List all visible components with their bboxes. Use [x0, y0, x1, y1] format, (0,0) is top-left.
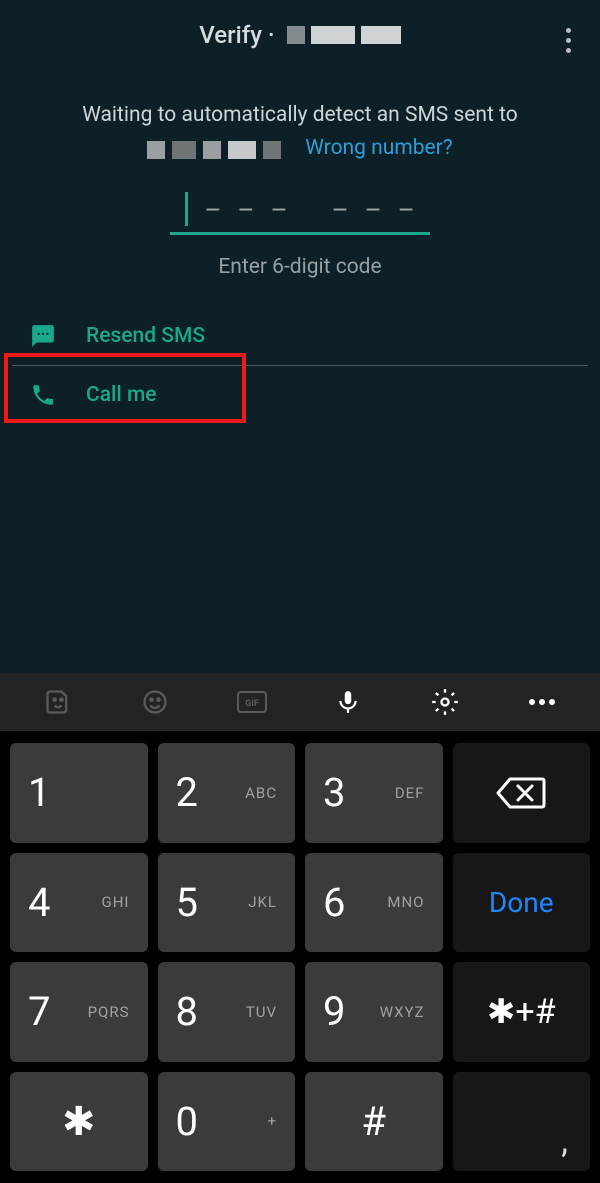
key-4[interactable]: 4GHI: [10, 853, 148, 953]
numeric-keyboard: GIF 1 2ABC 3DEF 4GHI 5JKL 6MNO Done 7PQR: [0, 673, 600, 1183]
phone-icon: [30, 382, 56, 408]
redacted-number-header: [287, 26, 401, 44]
gif-icon[interactable]: GIF: [235, 685, 269, 719]
key-2[interactable]: 2ABC: [158, 743, 296, 843]
code-input[interactable]: ––– –––: [170, 190, 430, 235]
key-backspace[interactable]: [453, 743, 591, 843]
emoji-icon[interactable]: [138, 685, 172, 719]
key-0[interactable]: 0+: [158, 1072, 296, 1172]
key-hash[interactable]: #: [305, 1072, 443, 1172]
sms-icon: [30, 323, 56, 349]
redacted-number-body: [147, 141, 281, 159]
overflow-menu-icon[interactable]: [556, 25, 580, 55]
sticker-icon[interactable]: [41, 685, 75, 719]
title-text: Verify ·: [199, 21, 274, 49]
settings-icon[interactable]: [428, 685, 462, 719]
waiting-text: Waiting to automatically detect an SMS s…: [30, 100, 570, 130]
more-icon[interactable]: [525, 685, 559, 719]
svg-text:GIF: GIF: [245, 699, 259, 709]
code-hint: Enter 6-digit code: [0, 255, 600, 279]
key-3[interactable]: 3DEF: [305, 743, 443, 843]
key-1[interactable]: 1: [10, 743, 148, 843]
resend-label: Resend SMS: [86, 324, 205, 348]
key-star[interactable]: ✱: [10, 1072, 148, 1172]
key-9[interactable]: 9WXYZ: [305, 962, 443, 1062]
header: Verify ·: [0, 0, 600, 70]
key-symbols[interactable]: ✱+#: [453, 962, 591, 1062]
key-comma[interactable]: ,: [453, 1072, 591, 1172]
call-label: Call me: [86, 383, 157, 407]
key-8[interactable]: 8TUV: [158, 962, 296, 1062]
backspace-icon: [496, 775, 546, 811]
key-5[interactable]: 5JKL: [158, 853, 296, 953]
intro-text: Waiting to automatically detect an SMS s…: [0, 100, 600, 160]
call-me-button[interactable]: Call me: [0, 366, 600, 424]
key-6[interactable]: 6MNO: [305, 853, 443, 953]
keypad-grid: 1 2ABC 3DEF 4GHI 5JKL 6MNO Done 7PQRS 8T…: [0, 731, 600, 1183]
mic-icon[interactable]: [331, 685, 365, 719]
actions: Resend SMS Call me: [0, 307, 600, 424]
text-cursor: [185, 192, 188, 226]
key-done[interactable]: Done: [453, 853, 591, 953]
wrong-number-link[interactable]: Wrong number?: [305, 136, 452, 160]
keyboard-toolbar: GIF: [0, 673, 600, 731]
resend-sms-button[interactable]: Resend SMS: [0, 307, 600, 365]
key-7[interactable]: 7PQRS: [10, 962, 148, 1062]
page-title: Verify ·: [199, 21, 400, 49]
verify-screen: Verify · Waiting to automatically detect…: [0, 0, 600, 1183]
